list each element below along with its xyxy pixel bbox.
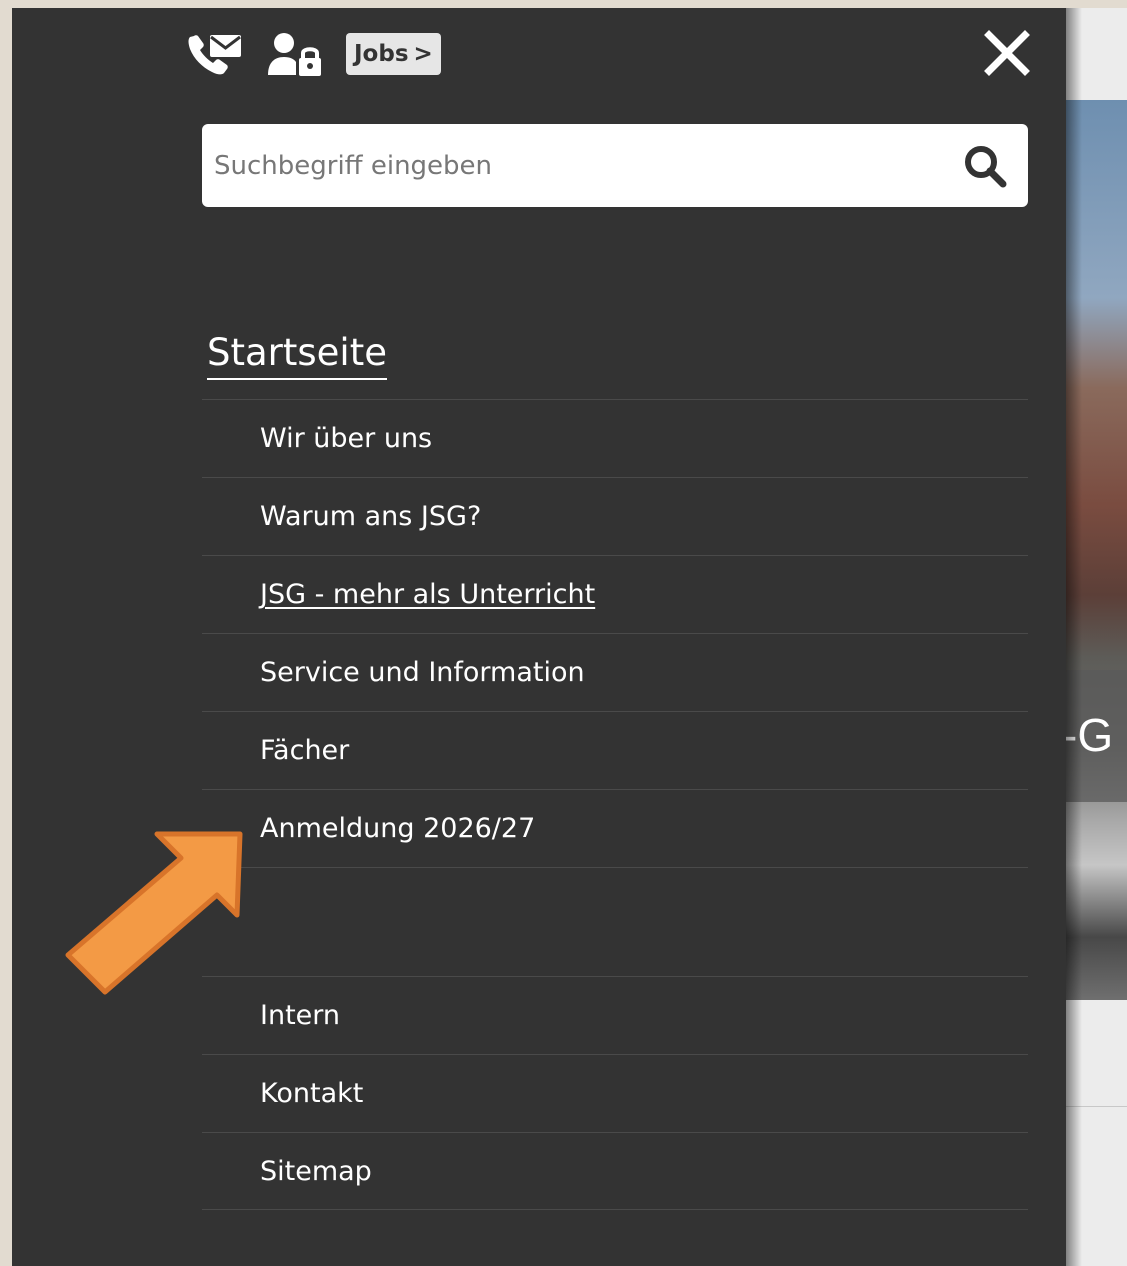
nav-link[interactable]: Intern bbox=[260, 1000, 340, 1031]
jobs-button[interactable]: Jobs > bbox=[346, 33, 441, 75]
search-icon bbox=[965, 145, 1007, 187]
nav-item-anmeldung[interactable]: Anmeldung 2026/27 bbox=[202, 789, 1028, 867]
nav-spacer bbox=[202, 867, 1028, 976]
search-box bbox=[202, 124, 1028, 207]
nav-item-faecher[interactable]: Fächer bbox=[202, 711, 1028, 789]
jobs-button-label: Jobs bbox=[354, 41, 409, 67]
phone-mail-icon[interactable] bbox=[186, 31, 244, 77]
search-input[interactable] bbox=[202, 124, 942, 207]
main-navigation: Wir über uns Warum ans JSG? JSG - mehr a… bbox=[202, 399, 1028, 1210]
user-lock-icon[interactable] bbox=[266, 31, 324, 77]
nav-link[interactable]: Wir über uns bbox=[260, 423, 432, 454]
nav-item-jsg-mehr-als-unterricht[interactable]: JSG - mehr als Unterricht bbox=[202, 555, 1028, 633]
nav-link[interactable]: Sitemap bbox=[260, 1156, 372, 1187]
nav-item-wir-ueber-uns[interactable]: Wir über uns bbox=[202, 399, 1028, 477]
nav-link[interactable]: Anmeldung 2026/27 bbox=[260, 813, 535, 844]
orange-arrow-annotation bbox=[65, 831, 243, 995]
nav-item-kontakt[interactable]: Kontakt bbox=[202, 1054, 1028, 1132]
nav-link[interactable]: Fächer bbox=[260, 735, 349, 766]
menu-content: Jobs > Startseite Wir über uns Warum ans… bbox=[0, 0, 1127, 1266]
nav-link[interactable]: Kontakt bbox=[260, 1078, 363, 1109]
nav-link[interactable]: Service und Information bbox=[260, 657, 585, 688]
nav-link[interactable]: Warum ans JSG? bbox=[260, 501, 481, 532]
close-icon bbox=[984, 30, 1030, 76]
chevron-right-icon: > bbox=[413, 41, 433, 67]
menu-top-icons: Jobs > bbox=[186, 26, 441, 82]
close-menu-button[interactable] bbox=[982, 28, 1032, 78]
nav-item-service-und-information[interactable]: Service und Information bbox=[202, 633, 1028, 711]
nav-link[interactable]: JSG - mehr als Unterricht bbox=[260, 579, 595, 610]
nav-home-link[interactable]: Startseite bbox=[207, 330, 387, 380]
nav-item-warum-ans-jsg[interactable]: Warum ans JSG? bbox=[202, 477, 1028, 555]
search-button[interactable] bbox=[942, 124, 1028, 207]
nav-item-sitemap[interactable]: Sitemap bbox=[202, 1132, 1028, 1210]
nav-item-intern[interactable]: Intern bbox=[202, 976, 1028, 1054]
